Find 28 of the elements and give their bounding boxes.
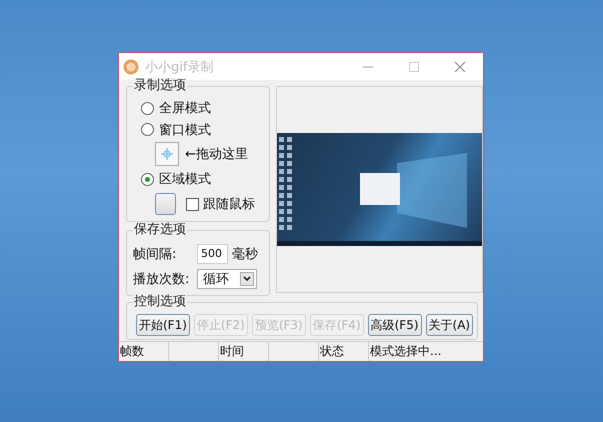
radio-button[interactable] [141,123,154,136]
radio-label: 全屏模式 [159,100,211,118]
action-button[interactable]: 关于(A) [426,314,474,336]
unit-label: 毫秒 [232,246,258,262]
field-label: 帧间隔: [133,246,178,262]
app-logo-icon [123,58,139,74]
group-title: 保存选项 [133,222,187,238]
crosshair-icon [160,147,174,162]
region-select-button[interactable] [155,193,176,216]
radio-label: 区域模式 [159,171,211,188]
checkbox[interactable] [186,198,199,211]
status-text: 模式选择中... [369,343,442,360]
status-label: 帧数 [119,342,169,361]
drag-hint: ←拖动这里 [185,146,248,164]
radio-button[interactable] [141,172,154,186]
radio-button[interactable] [141,102,154,115]
action-button[interactable]: 高级(F5) [368,314,422,336]
group-title: 控制选项 [133,294,187,310]
field-label: 播放次数: [133,270,190,288]
status-label: 状态 [319,342,369,361]
repeat-dropdown[interactable]: 循环 [197,268,257,288]
group-title: 录制选项 [133,78,187,94]
action-button[interactable]: 开始(F1) [136,314,190,336]
window-title: 小小gif录制 [145,58,214,76]
status-label: 时间 [219,342,269,361]
checkbox-label: 跟随鼠标 [203,196,255,214]
interval-field[interactable]: 500 [197,244,228,264]
radio-label: 窗口模式 [159,122,211,139]
